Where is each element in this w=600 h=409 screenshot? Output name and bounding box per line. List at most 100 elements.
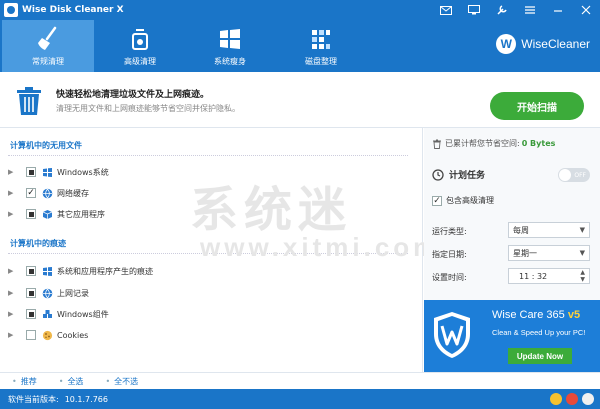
update-now-button[interactable]: Update Now (508, 348, 572, 364)
saved-label: 已累计帮您节省空间: (445, 139, 520, 148)
wisecleaner-logo-icon: W (496, 34, 517, 54)
wisecare-shield-icon (434, 312, 470, 358)
tab-label: 高级清理 (124, 57, 156, 66)
windows-icon (43, 167, 52, 177)
globe-icon (42, 188, 53, 198)
select-value: 每周 (513, 225, 529, 235)
expand-arrow-icon[interactable]: ▶ (8, 189, 18, 197)
checkbox[interactable] (26, 209, 36, 219)
start-scan-button[interactable]: 开始扫描 (490, 92, 584, 120)
select-none-link[interactable]: 全不选 (105, 376, 138, 387)
wise-care-ad[interactable]: Wise Care 365 v5 Clean & Speed Up your P… (424, 300, 600, 372)
list-item[interactable]: ▶ 其它应用程序 (8, 207, 105, 221)
globe-icon (42, 288, 53, 298)
item-label: 系统和应用程序产生的痕迹 (57, 266, 153, 276)
watermark-logo: 系统迷 (190, 182, 353, 238)
select-value: 星期一 (513, 248, 537, 258)
title-bar: Wise Disk Cleaner X (0, 0, 600, 20)
ad-product: Wise Care 365 (492, 309, 565, 321)
tab-system-slim[interactable]: 系统瘦身 (184, 20, 276, 72)
expand-arrow-icon[interactable]: ▶ (8, 210, 18, 218)
monitor-icon[interactable] (460, 0, 488, 20)
checkbox[interactable] (26, 288, 36, 298)
date-select[interactable]: 星期一 ▼ (508, 245, 590, 261)
chevron-down-icon: ▼ (579, 249, 585, 257)
schedule-toggle[interactable]: OFF (558, 168, 590, 182)
select-all-link[interactable]: 全选 (59, 376, 83, 387)
list-item[interactable]: ▶ Cookies (8, 328, 88, 342)
list-item[interactable]: ▶ Windows组件 (8, 307, 109, 321)
selection-links: 推荐 全选 全不选 (0, 372, 600, 389)
saved-value: 0 Bytes (521, 139, 556, 148)
item-label: Windows组件 (57, 309, 109, 319)
tab-defrag[interactable]: 磁盘整理 (275, 20, 367, 72)
item-label: 网络缓存 (57, 188, 89, 198)
expand-arrow-icon[interactable]: ▶ (8, 310, 18, 318)
brand-name: WiseCleaner (521, 37, 590, 51)
ad-tagline: Clean & Speed Up your PC! (492, 328, 586, 337)
trash-small-icon (433, 139, 441, 149)
defrag-icon (307, 26, 335, 52)
mail-icon[interactable] (432, 0, 460, 20)
app-icon (4, 3, 18, 17)
windows-icon (43, 266, 52, 276)
expand-arrow-icon[interactable]: ▶ (8, 331, 18, 339)
checkbox[interactable] (26, 330, 36, 340)
time-label: 设置时间: (432, 273, 467, 282)
banner: 快速轻松地清理垃圾文件及上网痕迹。 清理无用文件和上网痕迹能够节省空间并保护隐私… (0, 72, 600, 128)
settings-icon[interactable] (488, 0, 516, 20)
tab-advanced-clean[interactable]: 高级清理 (94, 20, 186, 72)
schedule-label: 计划任务 (449, 171, 486, 181)
banner-title: 快速轻松地清理垃圾文件及上网痕迹。 (56, 90, 210, 100)
recommend-link[interactable]: 推荐 (12, 376, 37, 387)
time-spinner[interactable]: 11 : 32 ▲ ▼ (508, 268, 590, 284)
list-item[interactable]: ▶ 网络缓存 (8, 186, 89, 200)
tab-regular-clean[interactable]: 常规清理 (2, 20, 94, 72)
brand-logo: W WiseCleaner (496, 34, 590, 54)
notification-icon[interactable] (566, 393, 578, 405)
social-icon[interactable] (582, 393, 594, 405)
time-value: 11 : 32 (519, 271, 548, 281)
minimize-icon[interactable] (544, 0, 572, 20)
include-advanced-option[interactable]: ✓ 包含高级清理 (432, 195, 494, 206)
toggle-label: OFF (574, 171, 586, 179)
tab-label: 系统瘦身 (214, 57, 246, 66)
ad-version: v5 (567, 309, 581, 321)
list-item[interactable]: ▶ 上网记录 (8, 286, 89, 300)
item-label: 上网记录 (57, 288, 89, 298)
close-icon[interactable] (572, 0, 600, 20)
list-item[interactable]: ▶ 系统和应用程序产生的痕迹 (8, 264, 153, 278)
checkbox[interactable] (26, 309, 36, 319)
spinner-arrows-icon[interactable]: ▲ ▼ (580, 269, 585, 283)
version-value: 10.1.7.766 (64, 394, 108, 404)
broom-icon (34, 26, 62, 52)
watermark-url: www.xitmi.com (200, 232, 441, 262)
list-item[interactable]: ▶ Windows系统 (8, 165, 109, 179)
item-label: Windows系统 (57, 167, 109, 177)
checkbox[interactable] (26, 266, 36, 276)
section-useless-files: 计算机中的无用文件 (10, 141, 82, 150)
run-type-label: 运行类型: (432, 227, 467, 236)
tab-label: 磁盘整理 (305, 57, 337, 66)
checkbox[interactable]: ✓ (432, 195, 442, 206)
tab-label: 常规清理 (32, 57, 64, 66)
expand-arrow-icon[interactable]: ▶ (8, 289, 18, 297)
schedule-title: 计划任务 (432, 168, 485, 181)
main-header: 常规清理 高级清理 系统瘦身 磁盘整理 W WiseCleaner (0, 20, 600, 72)
chevron-down-icon: ▼ (579, 226, 585, 234)
expand-arrow-icon[interactable]: ▶ (8, 267, 18, 275)
menu-icon[interactable] (516, 0, 544, 20)
run-type-select[interactable]: 每周 ▼ (508, 222, 590, 238)
trash-icon (17, 87, 41, 115)
item-label: Cookies (57, 330, 89, 340)
trash-fire-icon (126, 26, 154, 52)
checkbox[interactable] (26, 167, 36, 177)
ad-title: Wise Care 365 v5 (492, 309, 580, 321)
checkbox[interactable] (26, 188, 36, 198)
window-controls (432, 0, 600, 20)
saved-space: 已累计帮您节省空间: 0 Bytes (432, 138, 555, 149)
expand-arrow-icon[interactable]: ▶ (8, 168, 18, 176)
smile-icon[interactable] (550, 393, 562, 405)
clock-icon (432, 168, 444, 181)
status-bar: 软件当前版本: 10.1.7.766 (0, 389, 600, 409)
